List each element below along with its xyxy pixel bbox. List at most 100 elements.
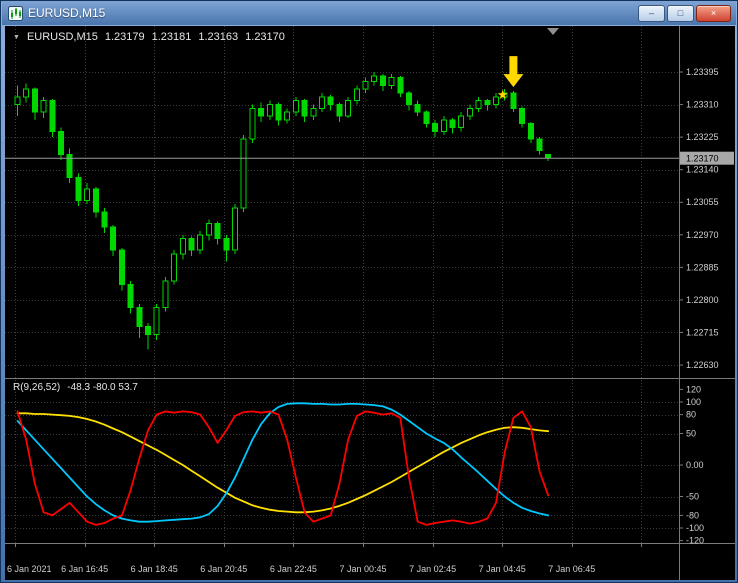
candle-body: [215, 223, 220, 238]
candle-body: [146, 327, 151, 335]
chart-canvas[interactable]: 1.233951.233101.232251.231401.230551.229…: [5, 26, 735, 580]
candle-body: [285, 112, 290, 120]
candle-body: [172, 254, 177, 281]
candle-body: [15, 97, 20, 105]
window-controls: – □ ×: [638, 5, 736, 22]
candle-body: [407, 93, 412, 104]
price-tick-label: 1.23310: [686, 100, 719, 110]
quote-panel-arrow-icon[interactable]: ▼: [13, 34, 20, 41]
candle-body: [206, 223, 211, 234]
minimize-button[interactable]: –: [638, 5, 665, 22]
candle-body: [50, 101, 55, 132]
candle-body: [467, 108, 472, 116]
close-icon: ×: [711, 7, 716, 19]
maximize-button[interactable]: □: [667, 5, 694, 22]
candle-body: [459, 116, 464, 127]
star-annotation[interactable]: ★: [497, 87, 509, 102]
current-price-tag: 1.23170: [680, 152, 734, 165]
candle-body: [328, 97, 333, 105]
time-tick-label: 6 Jan 22:45: [270, 564, 317, 574]
price-tick-label: 1.22715: [686, 327, 719, 337]
candle-body: [224, 239, 229, 250]
candle-body: [311, 108, 316, 116]
candle-body: [76, 177, 81, 200]
indicator-name: R(9,26,52): [13, 382, 60, 393]
price-tick-label: 1.23395: [686, 67, 719, 77]
candle-body: [198, 235, 203, 250]
candle-body: [154, 308, 159, 335]
time-tick-label: 6 Jan 16:45: [61, 564, 108, 574]
indicator-tick-label: 50: [686, 429, 696, 439]
candle-body: [85, 189, 90, 200]
candle-body: [111, 227, 116, 250]
price-tick-label: 1.23055: [686, 197, 719, 207]
low-value: 1.23163: [198, 31, 238, 43]
candle-body: [93, 189, 98, 212]
chart-shift-marker: [547, 28, 559, 35]
time-tick-label: 7 Jan 04:45: [479, 564, 526, 574]
price-tick-label: 1.23140: [686, 165, 719, 175]
candle-body: [119, 250, 124, 284]
close-button[interactable]: ×: [696, 5, 731, 22]
candle-body: [485, 101, 490, 105]
indicator-tick-label: -80: [686, 510, 699, 520]
candle-body: [102, 212, 107, 227]
candle-body: [189, 239, 194, 250]
candle-body: [293, 101, 298, 112]
candle-body: [337, 105, 342, 116]
candle-body: [276, 105, 281, 120]
candle-body: [180, 239, 185, 254]
candle-body: [320, 97, 325, 108]
candle-body: [424, 112, 429, 123]
candle-body: [380, 76, 385, 86]
indicator-header: R(9,26,52) -48.3 -80.0 53.7: [13, 382, 138, 393]
time-tick-label: 7 Jan 02:45: [409, 564, 456, 574]
indicator-tick-label: 80: [686, 410, 696, 420]
candle-body: [250, 108, 255, 139]
candle-body: [441, 120, 446, 131]
app-icon: [8, 6, 23, 21]
grid-layer: [5, 26, 679, 543]
indicator-tick-label: -120: [686, 536, 704, 546]
pane-separators: [5, 26, 735, 580]
candle-body: [528, 124, 533, 139]
candle-body: [267, 105, 272, 116]
indicator-line-R9: [18, 411, 549, 525]
candle-body: [259, 108, 264, 116]
indicator-lines: [18, 403, 549, 525]
candle-body: [546, 155, 551, 158]
candle-body: [415, 105, 420, 113]
candle-body: [389, 78, 394, 86]
time-tick-label: 6 Jan 2021: [7, 564, 52, 574]
indicator-tick-label: 100: [686, 397, 701, 407]
price-tick-label: 1.22885: [686, 262, 719, 272]
time-tick-label: 6 Jan 20:45: [200, 564, 247, 574]
maximize-icon: □: [678, 7, 683, 19]
candle-body: [241, 139, 246, 208]
candle-body: [163, 281, 168, 308]
candle-body: [32, 89, 37, 112]
time-axis[interactable]: 6 Jan 2021 6 Jan 16:45 6 Jan 18:45 6 Jan 20…: [7, 543, 642, 574]
arrow-down-annotation[interactable]: [503, 56, 523, 87]
candle-body: [233, 208, 238, 250]
time-tick-label: 7 Jan 00:45: [339, 564, 386, 574]
candle-body: [372, 76, 377, 82]
candle-body: [450, 120, 455, 128]
price-axis[interactable]: 1.233951.233101.232251.231401.230551.229…: [679, 67, 719, 546]
titlebar[interactable]: EURUSD,M15 – □ ×: [2, 1, 736, 25]
indicator-values: -48.3 -80.0 53.7: [67, 382, 138, 393]
candle-body: [511, 93, 516, 108]
candle-body: [24, 89, 29, 97]
chart-plot[interactable]: 1.233951.233101.232251.231401.230551.229…: [5, 26, 735, 580]
ohlc-header: ▼ EURUSD,M15 1.23179 1.23181 1.23163 1.2…: [13, 31, 285, 43]
candle-body: [537, 139, 542, 150]
candle-body: [520, 108, 525, 123]
candle-body: [59, 131, 64, 154]
window-title: EURUSD,M15: [28, 6, 105, 20]
candle-body: [433, 124, 438, 132]
candle-body: [363, 82, 368, 90]
time-tick-label: 6 Jan 18:45: [131, 564, 178, 574]
high-value: 1.23181: [152, 31, 192, 43]
symbol-timeframe-label: EURUSD,M15: [27, 31, 98, 43]
candles-layer: [15, 72, 551, 350]
